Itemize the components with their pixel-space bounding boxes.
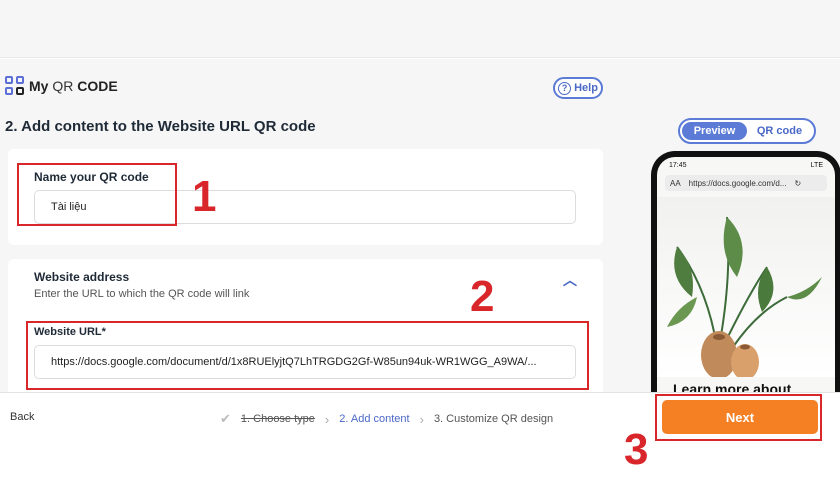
top-band <box>0 0 840 58</box>
phone-preview: 17:45 LTE AA https://docs.google.com/d..… <box>651 151 840 395</box>
chevron-right-icon: › <box>324 411 330 427</box>
question-icon: ? <box>558 81 572 95</box>
highlight-box-name <box>17 163 177 226</box>
help-button[interactable]: ? Help <box>553 77 603 99</box>
website-section-title: Website address <box>34 270 130 284</box>
stepper: ✔ 1. Choose type › 2. Add content › 3. C… <box>220 411 553 427</box>
annotation-3: 3 <box>624 425 649 474</box>
preview-toggle[interactable]: Preview QR code <box>678 118 816 144</box>
phone-status-bar: 17:45 LTE <box>657 157 835 173</box>
annotation-1: 1 <box>192 172 217 221</box>
back-button[interactable]: Back <box>10 411 34 423</box>
website-section-subtitle: Enter the URL to which the QR code will … <box>34 288 250 300</box>
annotation-2: 2 <box>470 272 495 321</box>
phone-network: LTE <box>810 161 823 169</box>
step-add-content[interactable]: 2. Add content <box>339 413 409 425</box>
phone-time: 17:45 <box>669 161 687 169</box>
qr-logo-icon <box>5 76 25 96</box>
plant-image <box>657 197 835 380</box>
aa-icon: AA <box>670 178 681 188</box>
logo-text: My QR CODE <box>29 78 118 94</box>
chevron-up-icon[interactable]: ︿ <box>563 270 577 290</box>
highlight-box-next <box>655 394 822 441</box>
phone-url-bar: AA https://docs.google.com/d... ↻ <box>665 175 827 191</box>
step-customize-design[interactable]: 3. Customize QR design <box>434 413 553 425</box>
help-label: Help <box>574 82 598 94</box>
page-title: 2. Add content to the Website URL QR cod… <box>5 118 316 135</box>
reload-icon: ↻ <box>794 178 802 188</box>
highlight-box-url <box>26 321 589 390</box>
tab-preview[interactable]: Preview <box>682 122 747 140</box>
tab-qr-code[interactable]: QR code <box>747 122 812 140</box>
check-icon: ✔ <box>220 411 231 426</box>
phone-screen: 17:45 LTE AA https://docs.google.com/d..… <box>657 157 835 395</box>
app-logo[interactable]: My QR CODE <box>5 76 118 96</box>
chevron-right-icon: › <box>419 411 424 427</box>
step-choose-type[interactable]: 1. Choose type <box>241 413 315 425</box>
phone-url: https://docs.google.com/d... <box>688 178 787 188</box>
